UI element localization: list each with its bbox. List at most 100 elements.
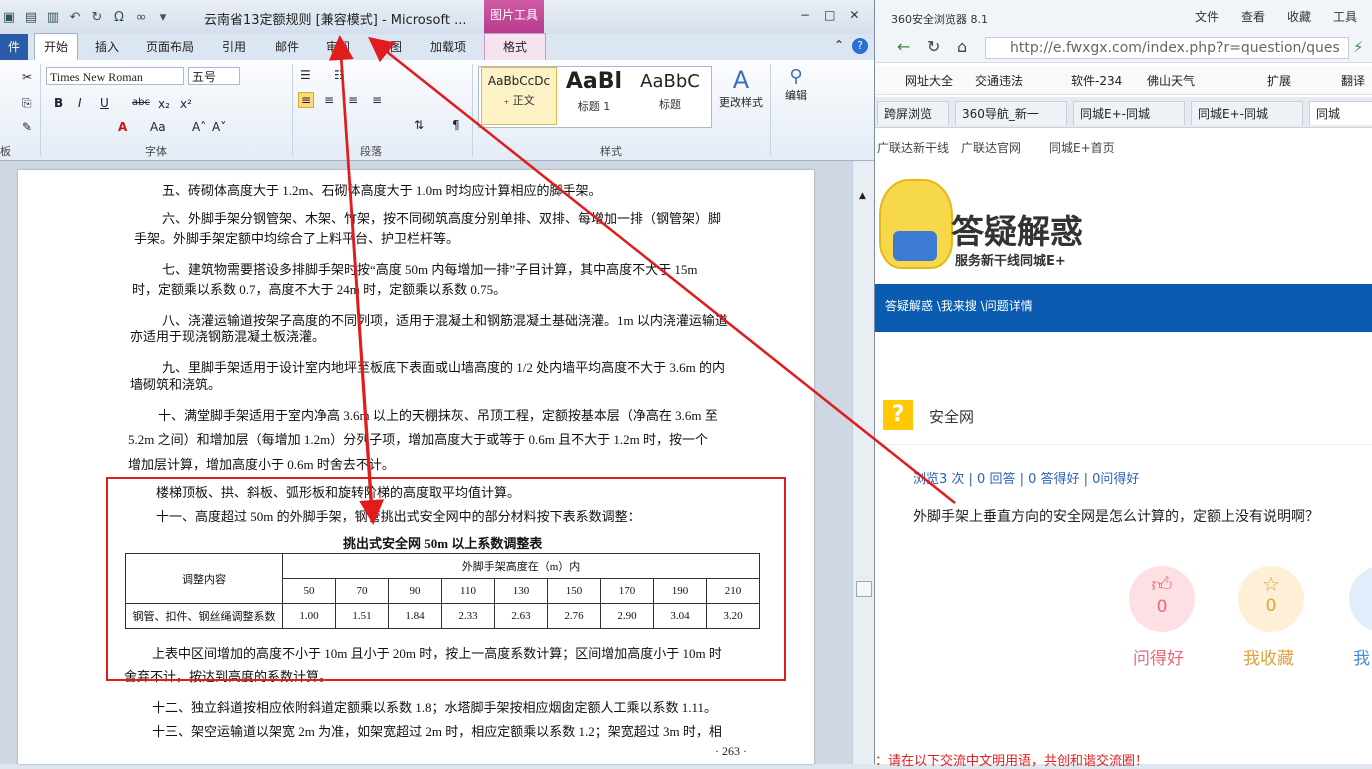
binoculars-icon: ⚲ bbox=[789, 66, 803, 87]
tab-home[interactable]: 开始 bbox=[34, 33, 78, 61]
link-icon[interactable]: ∞ bbox=[132, 8, 150, 26]
site-nav-link[interactable]: 广联达新干线 bbox=[877, 139, 949, 156]
symbol-icon[interactable]: Ω bbox=[110, 8, 128, 26]
back-icon[interactable]: ← bbox=[897, 37, 910, 56]
font-name-select[interactable]: Times New Roman bbox=[46, 67, 184, 85]
show-marks-icon[interactable]: ¶ bbox=[452, 118, 460, 132]
question-body: 外脚手架上垂直方向的安全网是怎么计算的，定额上没有说明啊？ bbox=[913, 509, 1319, 525]
format-painter-icon[interactable]: ✎ bbox=[22, 120, 32, 134]
question-title: 安全网 bbox=[929, 408, 975, 426]
print-icon[interactable]: ▥ bbox=[44, 8, 62, 26]
quick-access-toolbar: ▣ ▤ ▥ ↶ ↻ Ω ∞ ▾ bbox=[0, 6, 172, 28]
strikethrough-button[interactable]: abc bbox=[132, 97, 150, 108]
vertical-scrollbar[interactable]: ▲ bbox=[852, 161, 875, 764]
lightning-icon[interactable]: ⚡ bbox=[1353, 38, 1364, 56]
question-mark-icon: ? bbox=[883, 400, 913, 430]
maximize-button[interactable]: □ bbox=[824, 8, 835, 22]
bold-button[interactable]: B bbox=[54, 96, 63, 110]
browser-tab[interactable]: 跨屏浏览 bbox=[877, 101, 949, 125]
italic-button[interactable]: I bbox=[78, 96, 82, 110]
align-left-icon[interactable]: ≡ bbox=[298, 92, 315, 108]
font-size-select[interactable]: 五号 bbox=[188, 67, 240, 85]
bookmark-item[interactable]: 软件-234 bbox=[1071, 72, 1122, 89]
bookmark-item[interactable]: 翻译 bbox=[1341, 72, 1365, 89]
underline-button[interactable]: U bbox=[100, 96, 109, 110]
grow-font-button[interactable]: A˄ bbox=[192, 120, 206, 134]
bookmark-item[interactable]: 扩展 bbox=[1267, 72, 1291, 89]
tab-review[interactable]: 审阅 bbox=[326, 38, 350, 55]
breadcrumb[interactable]: 答疑解惑 \我来搜 \问题详情 bbox=[885, 297, 1033, 314]
menu-favorites[interactable]: 收藏 bbox=[1287, 8, 1311, 25]
doc-paragraph: 九、里脚手架适用于设计室内地坪至板底下表面或山墙高度的 1/2 处内墙平均高度不… bbox=[162, 360, 725, 375]
site-banner: 答疑解惑 服务新干线同城E+ bbox=[875, 165, 1372, 283]
bookmark-item[interactable]: 交通违法 bbox=[975, 72, 1023, 89]
subscript-button[interactable]: x₂ bbox=[158, 97, 170, 111]
ask-good-button[interactable]: 👍︎ 0 bbox=[1129, 566, 1195, 632]
tab-file[interactable]: 件 bbox=[0, 34, 28, 60]
font-color-button[interactable]: A bbox=[118, 120, 127, 134]
font-group-label: 字体 bbox=[145, 145, 167, 158]
bookmark-item[interactable]: 网址大全 bbox=[905, 72, 953, 89]
save-icon[interactable]: ▣ bbox=[0, 8, 18, 26]
change-styles-icon: A bbox=[732, 66, 750, 94]
superscript-button[interactable]: x² bbox=[180, 97, 192, 111]
browser-tab[interactable]: 360导航_新一 bbox=[955, 101, 1067, 125]
browser-tab[interactable]: 同城E+-同城 bbox=[1073, 101, 1185, 125]
comment-notice: ：请在以下交流中文明用语，共创和谐交流圈！ bbox=[875, 754, 1149, 769]
clipboard-group-label: 板 bbox=[0, 145, 11, 158]
change-styles-button[interactable]: A 更改样式 bbox=[716, 66, 766, 110]
doc-paragraph: 六、外脚手架分钢管架、木架、竹架，按不同砌筑高度分别单排、双排、每增加一排（钢管… bbox=[162, 211, 722, 226]
browser-tab[interactable]: 同城E+-同城 bbox=[1191, 101, 1303, 125]
tab-format[interactable]: 格式 bbox=[484, 33, 546, 61]
open-icon[interactable]: ▤ bbox=[22, 8, 40, 26]
bullets-icon[interactable]: ☰ bbox=[300, 68, 311, 82]
style-normal[interactable]: AaBbCcDc ₊ 正文 bbox=[481, 67, 557, 125]
justify-icon[interactable]: ≡ bbox=[372, 93, 382, 107]
customize-qat-icon[interactable]: ▾ bbox=[154, 8, 172, 26]
tab-addins[interactable]: 加载项 bbox=[430, 38, 466, 55]
address-bar[interactable]: http://e.fwxgx.com/index.php?r=question/… bbox=[985, 37, 1349, 59]
ribbon-collapse-icon[interactable]: ⌃ bbox=[834, 38, 844, 52]
align-center-icon[interactable]: ≡ bbox=[324, 93, 334, 107]
divider bbox=[770, 64, 771, 156]
change-case-button[interactable]: Aa bbox=[150, 120, 166, 134]
align-right-icon[interactable]: ≡ bbox=[348, 93, 358, 107]
scroll-up-icon[interactable]: ▲ bbox=[859, 191, 866, 201]
editing-button[interactable]: ⚲ 编辑 bbox=[776, 66, 816, 103]
browser-tab-active[interactable]: 同城 bbox=[1309, 101, 1372, 125]
minimize-button[interactable]: − bbox=[800, 8, 810, 22]
favorite-button[interactable]: ☆ 0 bbox=[1238, 566, 1304, 632]
home-icon[interactable]: ⌂ bbox=[957, 37, 967, 56]
tab-view[interactable]: 视图 bbox=[378, 38, 402, 55]
site-nav-link[interactable]: 广联达官网 bbox=[961, 139, 1021, 156]
banner-title: 答疑解惑 bbox=[951, 212, 1083, 251]
divider bbox=[292, 64, 293, 156]
bookmark-item[interactable]: 佛山天气 bbox=[1147, 72, 1195, 89]
help-icon[interactable]: ? bbox=[852, 38, 868, 54]
tab-mailings[interactable]: 邮件 bbox=[275, 38, 299, 55]
menu-file[interactable]: 文件 bbox=[1195, 8, 1219, 25]
tab-insert[interactable]: 插入 bbox=[95, 38, 119, 55]
doc-paragraph: 亦适用于现浇钢筋混凝土板浇灌。 bbox=[130, 329, 326, 344]
share-button[interactable] bbox=[1349, 566, 1372, 632]
style-heading-1[interactable]: AaBl 标题 1 bbox=[557, 67, 631, 125]
menu-tools[interactable]: 工具 bbox=[1333, 8, 1357, 25]
numbering-icon[interactable]: ☷ bbox=[334, 68, 345, 82]
style-title[interactable]: AaBbC 标题 bbox=[633, 67, 707, 125]
divider bbox=[472, 64, 473, 156]
tab-references[interactable]: 引用 bbox=[222, 38, 246, 55]
cut-icon[interactable]: ✂ bbox=[22, 70, 32, 84]
site-nav-link[interactable]: 同城E+首页 bbox=[1049, 139, 1115, 156]
menu-view[interactable]: 查看 bbox=[1241, 8, 1265, 25]
sort-icon[interactable]: ⇅ bbox=[414, 118, 424, 132]
browser-window: 360安全浏览器 8.1 文件 查看 收藏 工具 ← ↻ ⌂ http://e.… bbox=[874, 0, 1372, 769]
undo-icon[interactable]: ↶ bbox=[66, 8, 84, 26]
redo-icon[interactable]: ↻ bbox=[88, 8, 106, 26]
scroll-thumb[interactable] bbox=[856, 581, 872, 597]
styles-group-label: 样式 bbox=[600, 145, 622, 158]
shrink-font-button[interactable]: A˅ bbox=[212, 120, 226, 134]
copy-icon[interactable]: ⎘ bbox=[22, 96, 32, 111]
tab-page-layout[interactable]: 页面布局 bbox=[146, 38, 194, 55]
reload-icon[interactable]: ↻ bbox=[927, 37, 940, 56]
close-button[interactable]: ✕ bbox=[849, 8, 859, 22]
